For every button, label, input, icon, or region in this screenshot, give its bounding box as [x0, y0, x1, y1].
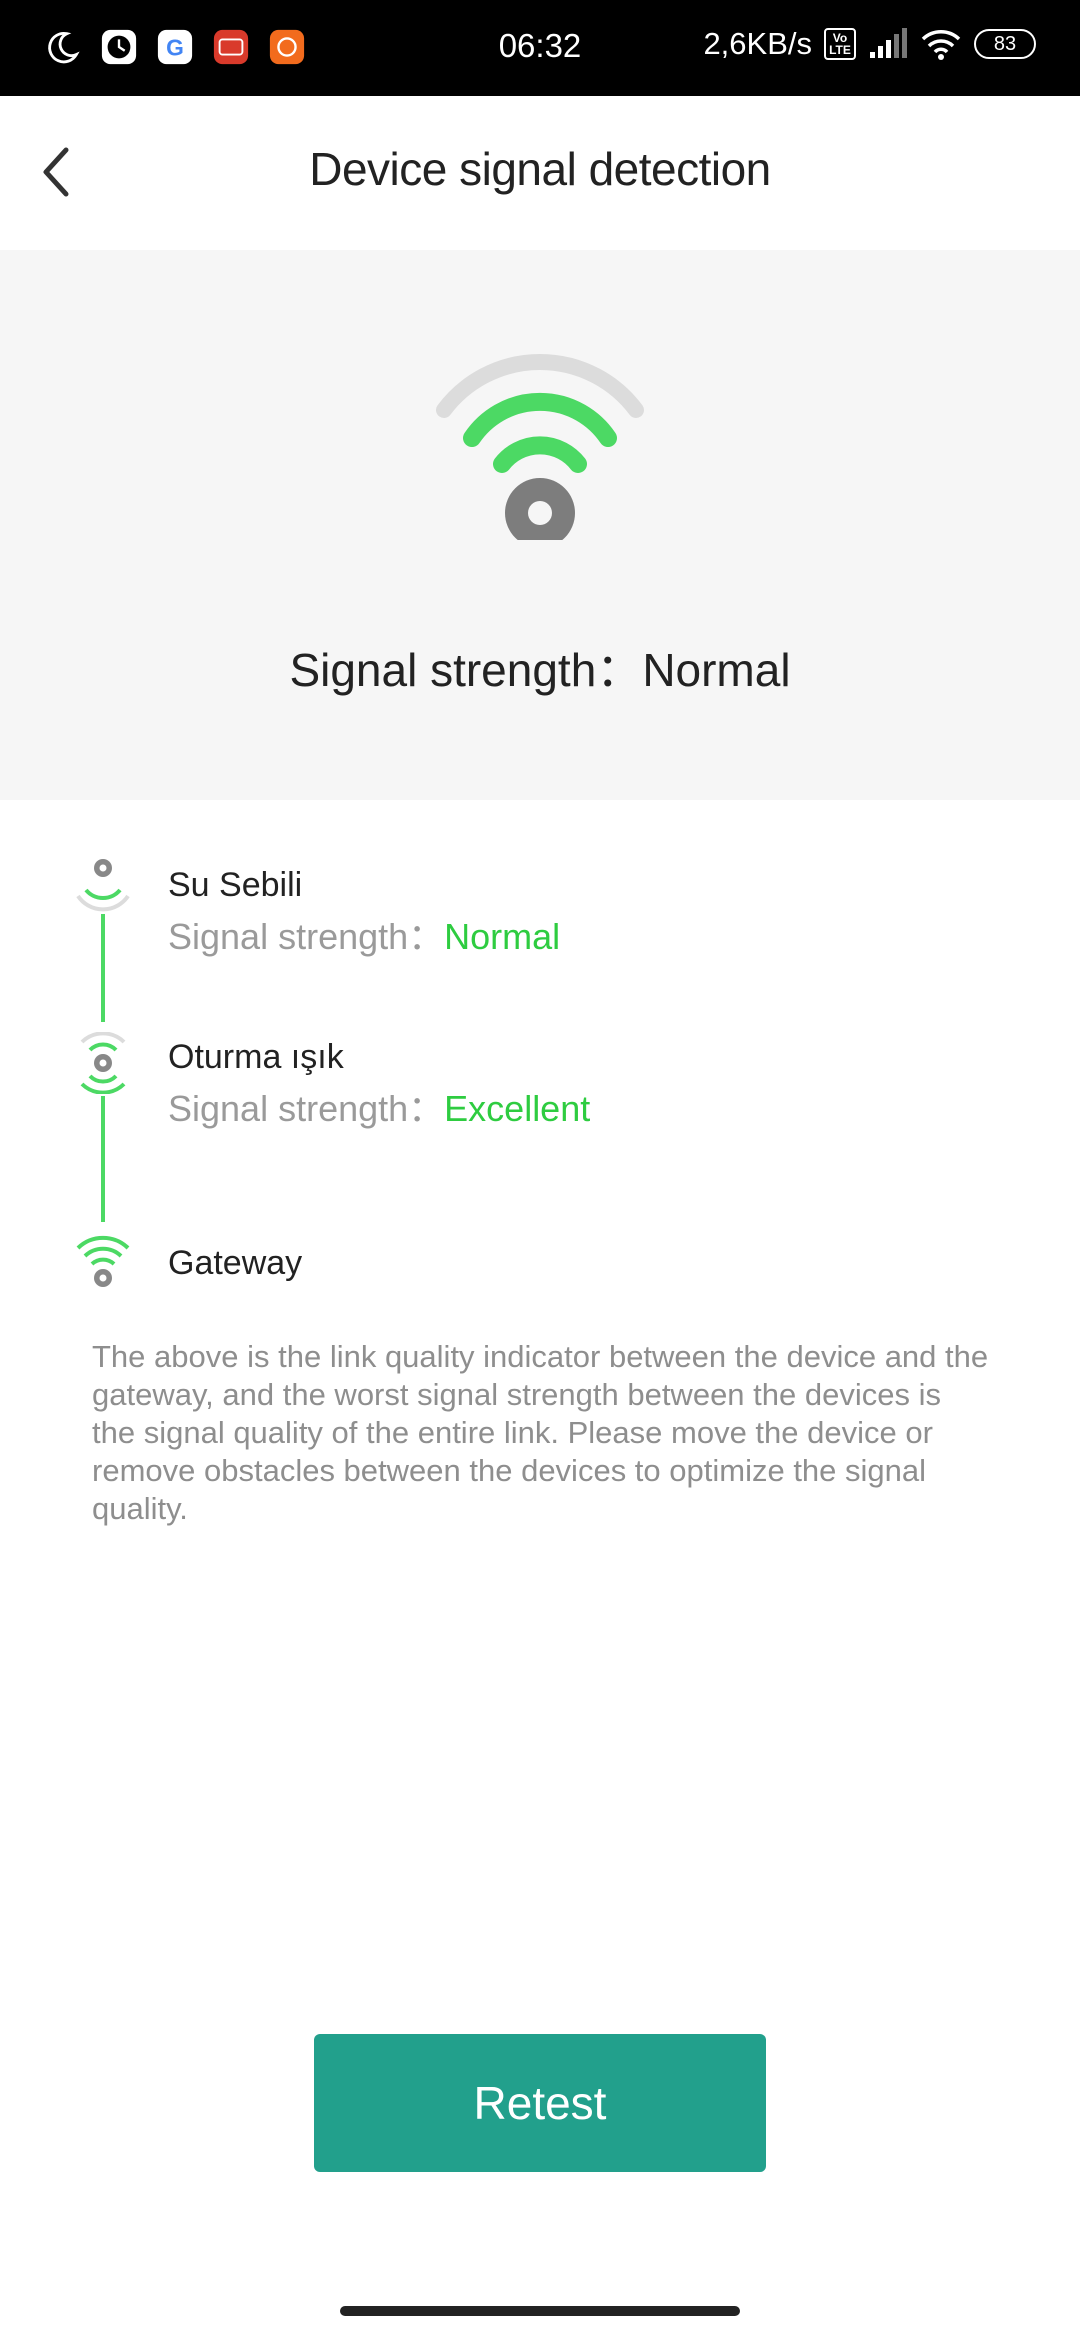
page-title: Device signal detection — [309, 143, 771, 195]
network-speed: 2,6KB/s — [703, 26, 812, 61]
link-quality-note: The above is the link quality indicator … — [92, 1339, 989, 1526]
battery-level: 83 — [993, 32, 1017, 55]
status-bar: G 06:32 2,6KB/s Vo LTE 83 — [0, 0, 1080, 96]
link-line — [101, 914, 105, 1022]
gateway-name: Gateway — [168, 1244, 303, 1282]
wifi-icon — [921, 30, 961, 60]
excellent-signal-device-icon — [80, 1032, 126, 1094]
signal-label: Signal strength： — [168, 1088, 445, 1129]
link-line — [101, 1096, 105, 1222]
volte-badge: Vo LTE — [824, 28, 856, 60]
wifi-signal-icon — [436, 354, 644, 540]
status-bar-right: 2,6KB/s Vo LTE 83 — [703, 26, 1036, 62]
gateway-icon — [76, 1235, 130, 1287]
battery-icon: 83 — [974, 29, 1036, 59]
device-name: Su Sebili — [168, 866, 303, 904]
device-signal-strength: Signal strength：Excellent — [168, 1080, 590, 1132]
device-name: Oturma ışık — [168, 1038, 344, 1076]
signal-bars-icon — [870, 28, 907, 58]
signal-overview-panel: Signal strength：Normal — [0, 250, 1080, 800]
device-signal-strength: Signal strength：Normal — [168, 908, 560, 960]
home-indicator[interactable] — [340, 2306, 740, 2316]
weak-signal-device-icon — [76, 859, 130, 912]
signal-value: Excellent — [444, 1088, 591, 1129]
app-header: Device signal detection — [0, 96, 1080, 248]
overall-signal-value: Normal — [642, 644, 791, 696]
signal-value: Normal — [444, 916, 561, 957]
overall-signal-strength: Signal strength：Normal — [0, 634, 1080, 700]
signal-label: Signal strength： — [168, 916, 445, 957]
retest-button[interactable]: Retest — [314, 2034, 766, 2172]
overall-signal-label: Signal strength： — [289, 644, 643, 696]
